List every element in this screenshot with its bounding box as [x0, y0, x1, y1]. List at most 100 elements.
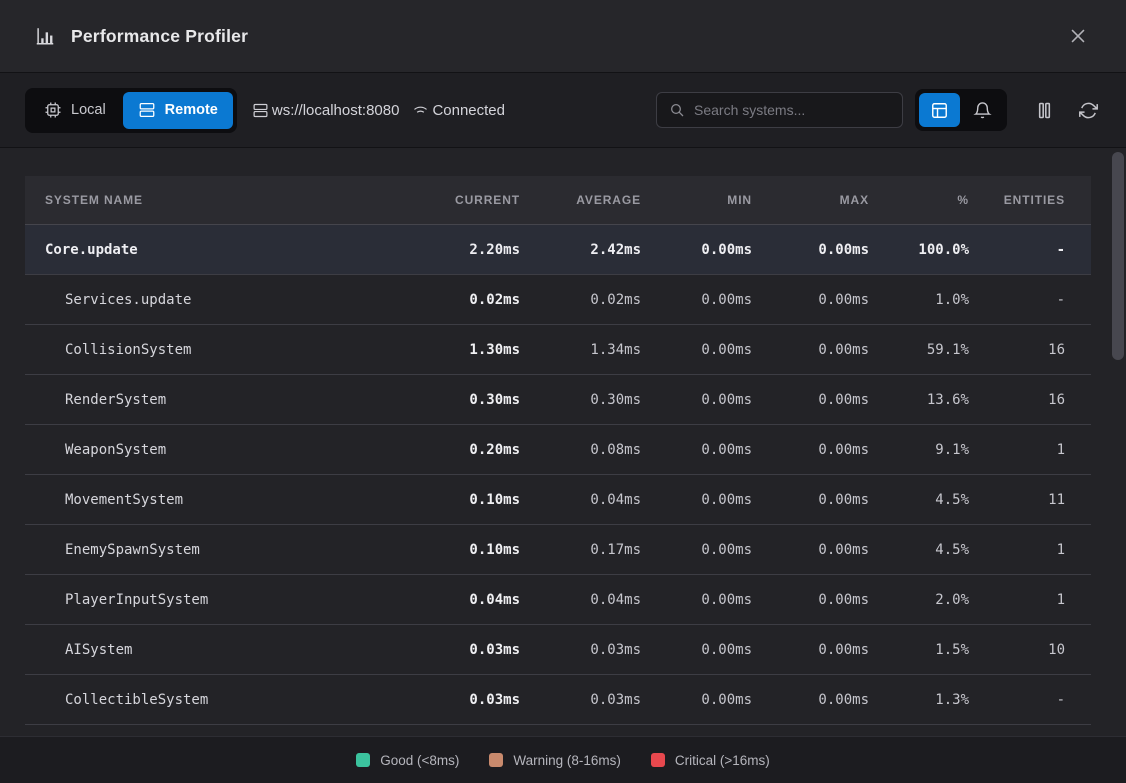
legend-item-warning: Warning (8-16ms) [489, 753, 621, 768]
vertical-scrollbar-thumb[interactable] [1112, 152, 1124, 360]
column-header-current[interactable]: Current [410, 193, 520, 207]
connection-url: ws://localhost:8080 [252, 102, 400, 119]
view-toggle-group [915, 89, 1007, 131]
percent-cell: 9.1% [869, 442, 969, 458]
average-cell: 0.08ms [520, 442, 641, 458]
min-cell: 0.00ms [641, 242, 752, 258]
current-cell: 1.30ms [410, 342, 520, 358]
critical-swatch-icon [651, 753, 665, 767]
entities-cell: 1 [969, 542, 1065, 558]
close-icon [1067, 25, 1089, 47]
system-name-cell: MovementSystem [45, 492, 410, 508]
toolbar: Local Remote [0, 73, 1126, 148]
entities-cell: - [969, 242, 1065, 258]
min-cell: 0.00ms [641, 642, 752, 658]
table-row[interactable]: RenderSystem 0.30ms 0.30ms 0.00ms 0.00ms… [25, 375, 1091, 425]
legend-item-good: Good (<8ms) [356, 753, 459, 768]
table-row[interactable]: AISystem 0.03ms 0.03ms 0.00ms 0.00ms 1.5… [25, 625, 1091, 675]
remote-toggle-button[interactable]: Remote [123, 92, 233, 129]
max-cell: 0.00ms [752, 542, 869, 558]
cpu-icon [44, 101, 62, 119]
current-cell: 0.30ms [410, 392, 520, 408]
average-cell: 0.02ms [520, 292, 641, 308]
system-name-cell: WeaponSystem [45, 442, 410, 458]
table-row[interactable]: CollisionSystem 1.30ms 1.34ms 0.00ms 0.0… [25, 325, 1091, 375]
max-cell: 0.00ms [752, 442, 869, 458]
search-icon [669, 102, 685, 118]
remote-toggle-label: Remote [165, 102, 218, 118]
entities-cell: 10 [969, 642, 1065, 658]
close-button[interactable] [1062, 20, 1094, 52]
current-cell: 0.02ms [410, 292, 520, 308]
column-header-max[interactable]: Max [752, 193, 869, 207]
column-header-system-name[interactable]: System Name [45, 193, 410, 207]
entities-cell: - [969, 292, 1065, 308]
system-name-cell: CollectibleSystem [45, 692, 410, 708]
table-body: Core.update 2.20ms 2.42ms 0.00ms 0.00ms … [25, 225, 1091, 725]
percent-cell: 2.0% [869, 592, 969, 608]
min-cell: 0.00ms [641, 292, 752, 308]
current-cell: 2.20ms [410, 242, 520, 258]
wifi-icon [412, 102, 429, 119]
refresh-icon [1079, 101, 1098, 120]
table-row[interactable]: EnemySpawnSystem 0.10ms 0.17ms 0.00ms 0.… [25, 525, 1091, 575]
table-view-icon [930, 101, 949, 120]
local-toggle-label: Local [71, 102, 106, 118]
min-cell: 0.00ms [641, 442, 752, 458]
search-box [656, 92, 903, 128]
connection-info: ws://localhost:8080 Connected [252, 102, 505, 119]
alerts-view-button[interactable] [962, 93, 1003, 127]
entities-cell: 1 [969, 442, 1065, 458]
table-row[interactable]: CollectibleSystem 0.03ms 0.03ms 0.00ms 0… [25, 675, 1091, 725]
entities-cell: 1 [969, 592, 1065, 608]
bar-chart-icon [34, 25, 56, 47]
percent-cell: 59.1% [869, 342, 969, 358]
legend-label-warning: Warning (8-16ms) [513, 753, 621, 768]
title-bar: Performance Profiler [0, 0, 1126, 73]
table-row[interactable]: Services.update 0.02ms 0.02ms 0.00ms 0.0… [25, 275, 1091, 325]
search-input[interactable] [694, 102, 890, 118]
table-row[interactable]: PlayerInputSystem 0.04ms 0.04ms 0.00ms 0… [25, 575, 1091, 625]
table-row[interactable]: MovementSystem 0.10ms 0.04ms 0.00ms 0.00… [25, 475, 1091, 525]
table-row[interactable]: Core.update 2.20ms 2.42ms 0.00ms 0.00ms … [25, 225, 1091, 275]
current-cell: 0.03ms [410, 642, 520, 658]
local-toggle-button[interactable]: Local [29, 92, 121, 129]
min-cell: 0.00ms [641, 592, 752, 608]
system-name-cell: RenderSystem [45, 392, 410, 408]
column-header-average[interactable]: Average [520, 193, 641, 207]
entities-cell: 11 [969, 492, 1065, 508]
source-toggle-group: Local Remote [25, 88, 237, 133]
percent-cell: 100.0% [869, 242, 969, 258]
column-header-min[interactable]: Min [641, 193, 752, 207]
percent-cell: 4.5% [869, 492, 969, 508]
system-name-cell: Core.update [45, 242, 410, 258]
min-cell: 0.00ms [641, 392, 752, 408]
entities-cell: 16 [969, 342, 1065, 358]
table-view-button[interactable] [919, 93, 960, 127]
legend-bar: Good (<8ms) Warning (8-16ms) Critical (>… [0, 736, 1126, 783]
max-cell: 0.00ms [752, 642, 869, 658]
average-cell: 0.04ms [520, 592, 641, 608]
system-name-cell: AISystem [45, 642, 410, 658]
legend-label-critical: Critical (>16ms) [675, 753, 770, 768]
current-cell: 0.20ms [410, 442, 520, 458]
column-header-percent[interactable]: % [869, 193, 969, 207]
max-cell: 0.00ms [752, 392, 869, 408]
percent-cell: 4.5% [869, 542, 969, 558]
system-name-cell: EnemySpawnSystem [45, 542, 410, 558]
current-cell: 0.03ms [410, 692, 520, 708]
pause-button[interactable] [1031, 97, 1057, 123]
legend-item-critical: Critical (>16ms) [651, 753, 770, 768]
table-row[interactable]: WeaponSystem 0.20ms 0.08ms 0.00ms 0.00ms… [25, 425, 1091, 475]
average-cell: 0.17ms [520, 542, 641, 558]
column-header-entities[interactable]: Entities [969, 193, 1065, 207]
warning-swatch-icon [489, 753, 503, 767]
server-icon [252, 102, 269, 119]
max-cell: 0.00ms [752, 592, 869, 608]
server-icon [138, 101, 156, 119]
legend-label-good: Good (<8ms) [380, 753, 459, 768]
connection-status: Connected [412, 102, 505, 119]
max-cell: 0.00ms [752, 242, 869, 258]
refresh-button[interactable] [1075, 97, 1101, 123]
entities-cell: - [969, 692, 1065, 708]
